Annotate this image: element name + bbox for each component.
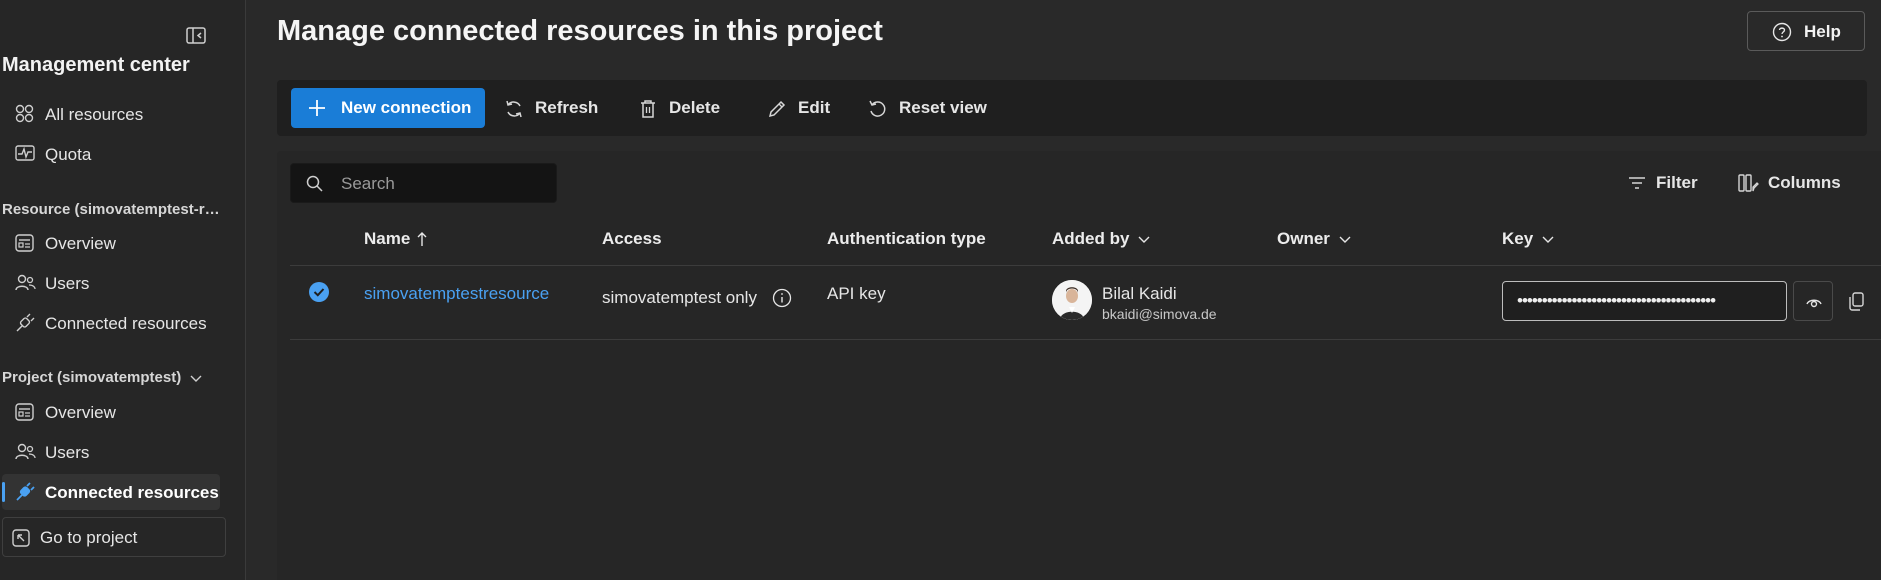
search-icon — [305, 174, 325, 194]
sidebar-item-label: Overview — [45, 403, 116, 422]
page-title: Manage connected resources in this proje… — [277, 15, 883, 47]
api-key-field[interactable]: •••••••••••••••••••••••••••••••••••••••• — [1502, 281, 1787, 321]
refresh-button[interactable]: Refresh — [503, 88, 603, 128]
sidebar-item-label: Quota — [45, 145, 92, 164]
reset-icon — [867, 98, 889, 120]
sidebar-item-label: Overview — [45, 234, 116, 253]
help-label: Help — [1804, 22, 1841, 41]
go-to-project-label: Go to project — [40, 528, 138, 547]
column-header-added-by[interactable]: Added by — [1052, 229, 1151, 249]
plug-icon — [14, 482, 36, 502]
project-section-label[interactable]: Project (simovatemptest) — [2, 369, 224, 386]
chevron-down-icon — [1541, 234, 1555, 244]
users-icon — [14, 273, 36, 293]
chevron-down-icon — [1137, 234, 1151, 244]
sidebar-item-label: Users — [45, 274, 90, 293]
project-section-text: Project (simovatemptest) — [2, 369, 182, 386]
info-icon[interactable] — [772, 288, 792, 308]
added-by-email: bkaidi@simova.de — [1102, 306, 1217, 322]
overview-icon — [14, 233, 36, 253]
api-key-masked-value: •••••••••••••••••••••••••••••••••••••••• — [1517, 291, 1716, 310]
sidebar-item-label: Connected resources — [45, 314, 207, 333]
copy-icon[interactable] — [1847, 290, 1867, 312]
sidebar-item-quota[interactable]: Quota — [2, 136, 220, 172]
column-header-auth-type[interactable]: Authentication type — [827, 229, 986, 249]
open-external-icon — [11, 528, 31, 548]
sidebar-item-project-overview[interactable]: Overview — [2, 394, 220, 430]
column-header-owner-label: Owner — [1277, 229, 1330, 248]
plug-icon — [14, 313, 36, 333]
help-button[interactable]: Help — [1747, 11, 1865, 51]
sidebar-item-resource-connected[interactable]: Connected resources — [2, 305, 220, 341]
new-connection-label: New connection — [341, 98, 472, 117]
resource-section-label: Resource (simovatemptest-res... — [2, 201, 224, 218]
reset-view-button[interactable]: Reset view — [867, 88, 997, 128]
sidebar-item-label: All resources — [45, 105, 144, 124]
column-header-key-label: Key — [1502, 229, 1534, 248]
column-header-access[interactable]: Access — [602, 229, 662, 249]
chevron-down-icon — [1338, 234, 1352, 244]
sort-ascending-icon — [416, 231, 428, 247]
active-indicator — [2, 482, 5, 502]
sidebar-item-project-users[interactable]: Users — [2, 434, 220, 470]
access-value: simovatemptest only — [602, 288, 757, 307]
help-icon — [1772, 22, 1792, 42]
column-header-auth-type-label: Authentication type — [827, 229, 986, 248]
sidebar: Management center All resources Quota Re… — [0, 0, 246, 580]
column-header-key[interactable]: Key — [1502, 229, 1555, 249]
new-connection-button[interactable]: New connection — [291, 88, 485, 128]
sidebar-item-resource-users[interactable]: Users — [2, 265, 220, 301]
filter-icon — [1626, 172, 1648, 194]
edit-label: Edit — [798, 98, 831, 117]
sidebar-item-resource-overview[interactable]: Overview — [2, 225, 220, 261]
resource-name-link[interactable]: simovatemptestresource — [364, 284, 549, 304]
delete-label: Delete — [669, 98, 721, 117]
edit-button[interactable]: Edit — [766, 88, 836, 128]
sidebar-item-label: Users — [45, 443, 90, 462]
reset-view-label: Reset view — [899, 98, 987, 117]
columns-button[interactable]: Columns — [1737, 168, 1847, 198]
collapse-sidebar-icon[interactable] — [184, 26, 208, 46]
refresh-icon — [503, 98, 525, 120]
overview-icon — [14, 402, 36, 422]
column-header-owner[interactable]: Owner — [1277, 229, 1352, 249]
command-toolbar: New connection Refresh Delete Edit Reset… — [277, 80, 1867, 136]
columns-label: Columns — [1768, 173, 1841, 192]
sidebar-item-label: Connected resources — [45, 483, 219, 502]
eye-icon — [1804, 292, 1824, 312]
management-center-title: Management center — [2, 54, 190, 76]
pulse-chart-icon — [14, 144, 36, 164]
column-header-added-by-label: Added by — [1052, 229, 1130, 248]
plus-icon — [307, 98, 327, 118]
delete-button[interactable]: Delete — [637, 88, 727, 128]
sidebar-item-project-connected[interactable]: Connected resources — [2, 474, 220, 510]
users-icon — [14, 442, 36, 462]
added-by-name: Bilal Kaidi — [1102, 284, 1177, 303]
avatar — [1052, 280, 1092, 320]
show-key-button[interactable] — [1793, 281, 1833, 321]
search-input[interactable] — [341, 172, 541, 196]
chevron-down-icon — [189, 373, 203, 383]
header-divider — [290, 265, 1881, 266]
row-divider — [290, 339, 1881, 340]
go-to-project-button[interactable]: Go to project — [2, 517, 226, 557]
resources-panel — [277, 151, 1881, 580]
row-checkbox-checked-icon[interactable] — [308, 281, 330, 303]
column-header-access-label: Access — [602, 229, 662, 248]
column-header-name[interactable]: Name — [364, 229, 428, 249]
auth-type-value: API key — [827, 284, 886, 303]
refresh-label: Refresh — [535, 98, 599, 117]
filter-button[interactable]: Filter — [1626, 168, 1706, 198]
pencil-icon — [766, 98, 788, 120]
sidebar-item-all-resources[interactable]: All resources — [2, 96, 220, 132]
column-header-name-label: Name — [364, 229, 411, 248]
filter-label: Filter — [1656, 173, 1698, 192]
columns-icon — [1737, 172, 1759, 194]
trash-icon — [637, 98, 659, 120]
search-box[interactable] — [290, 163, 557, 203]
grid-icon — [14, 104, 36, 124]
